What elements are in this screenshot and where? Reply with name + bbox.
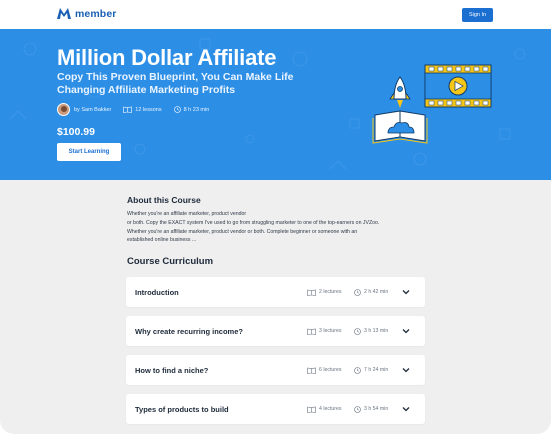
book-icon	[307, 367, 316, 374]
author-name: by Sam Bakker	[74, 106, 112, 113]
clock-icon	[354, 366, 361, 374]
course-meta: by Sam Bakker 12 lessons 8 h 23 min	[57, 103, 221, 116]
expand-toggle[interactable]	[402, 355, 410, 385]
section-lectures: 4 lectures	[307, 394, 342, 424]
book-icon	[307, 406, 316, 413]
section-title: Why create recurring income?	[135, 326, 243, 336]
section-title: How to find a niche?	[135, 365, 209, 375]
expand-toggle[interactable]	[402, 394, 410, 424]
book-icon	[123, 106, 133, 113]
page: member Sign In Million Dollar Affiliate …	[0, 0, 551, 434]
brand-name: member	[75, 7, 117, 20]
curriculum-section[interactable]: Why create recurring income? 3 lectures …	[126, 316, 425, 346]
section-lectures: 2 lectures	[307, 277, 342, 307]
book-icon	[307, 328, 316, 335]
top-nav: member Sign In	[0, 0, 551, 29]
curriculum-section[interactable]: Introduction 2 lectures 2 h 42 min	[126, 277, 425, 307]
clock-icon	[354, 288, 361, 296]
m-logo-icon	[57, 8, 71, 19]
section-title: Introduction	[135, 287, 179, 297]
section-duration: 2 h 42 min	[354, 277, 388, 307]
expand-toggle[interactable]	[402, 316, 410, 346]
about-line: or both. Copy the EXACT system I've used…	[127, 219, 380, 226]
lectures-label: 4 lectures	[319, 406, 342, 412]
clock-icon	[173, 106, 181, 113]
start-learning-button[interactable]: Start Learning	[57, 143, 121, 161]
lectures-label: 2 lectures	[319, 289, 342, 295]
section-lectures: 6 lectures	[307, 355, 342, 385]
duration-label: 3 h 54 min	[364, 406, 389, 412]
duration-label: 2 h 42 min	[364, 289, 389, 295]
author-avatar	[57, 103, 70, 116]
rocket-icon	[389, 76, 411, 108]
lectures-label: 3 lectures	[319, 328, 342, 334]
course-subtitle: Copy This Proven Blueprint, You Can Make…	[57, 71, 294, 96]
chevron-down-icon	[402, 407, 410, 412]
course-title: Million Dollar Affiliate	[57, 45, 277, 70]
section-duration: 3 h 13 min	[354, 316, 388, 346]
expand-toggle[interactable]	[402, 277, 410, 307]
video-film-icon	[424, 64, 492, 108]
curriculum-section[interactable]: Types of products to build 4 lectures 3 …	[126, 394, 425, 424]
section-lectures: 3 lectures	[307, 316, 342, 346]
lessons-count: 12 lessons	[123, 106, 162, 113]
about-line: Whether you're an affiliate marketer, pr…	[127, 228, 358, 235]
course-duration: 8 h 23 min	[173, 106, 210, 113]
section-title: Types of products to build	[135, 404, 229, 414]
course-price: $100.99	[57, 126, 95, 138]
book-icon	[307, 289, 316, 296]
about-description: Whether you're an affiliate marketer, pr…	[127, 210, 427, 245]
sign-in-button[interactable]: Sign In	[462, 8, 493, 22]
duration-label: 7 h 24 min	[364, 367, 389, 373]
course-illustration	[372, 64, 492, 144]
about-line: established online business ...	[127, 237, 197, 244]
section-duration: 7 h 24 min	[354, 355, 388, 385]
section-duration: 3 h 54 min	[354, 394, 388, 424]
about-title: About this Course	[127, 195, 201, 205]
brand-logo[interactable]: member	[56, 7, 116, 20]
course-hero: Million Dollar Affiliate Copy This Prove…	[0, 29, 551, 180]
clock-icon	[354, 327, 361, 335]
curriculum-title: Course Curriculum	[127, 256, 214, 267]
about-line: Whether you're an affiliate marketer, pr…	[127, 211, 247, 217]
lessons-label: 12 lessons	[135, 106, 162, 113]
clock-icon	[354, 405, 361, 413]
chevron-down-icon	[402, 368, 410, 373]
duration-label: 3 h 13 min	[364, 328, 389, 334]
duration-label: 8 h 23 min	[183, 106, 210, 113]
chevron-down-icon	[402, 329, 410, 334]
curriculum-section[interactable]: How to find a niche? 6 lectures 7 h 24 m…	[126, 355, 425, 385]
chevron-down-icon	[402, 290, 410, 295]
lectures-label: 6 lectures	[319, 367, 342, 373]
